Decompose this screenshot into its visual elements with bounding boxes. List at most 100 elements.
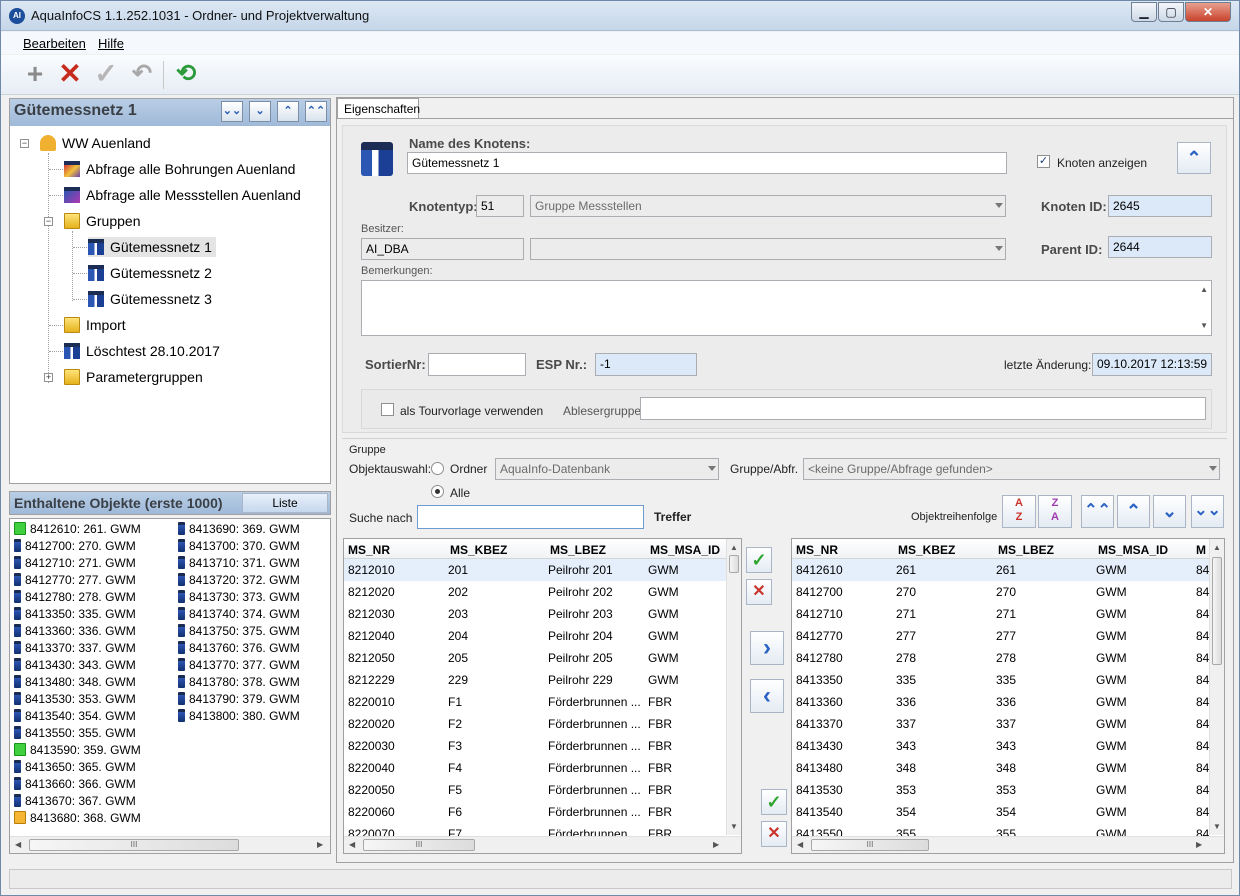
object-item[interactable]: 8412610: 261. GWM [14, 522, 141, 536]
col-ms-nr[interactable]: MS_NR [796, 543, 838, 557]
owner-combo[interactable] [530, 238, 1006, 260]
table-row[interactable]: 8212229 229 Peilrohr 229 GWM [344, 669, 741, 691]
collapse-form-button[interactable]: ⌃ [1177, 142, 1211, 174]
remarks-textarea[interactable]: ▲ ▼ [361, 280, 1212, 336]
sortnr-input[interactable] [428, 353, 526, 376]
tree-item-parametergruppen[interactable]: Parametergruppen [64, 369, 203, 385]
sort-az-button[interactable]: AZ [1002, 495, 1036, 528]
scroll-thumb[interactable] [729, 555, 739, 573]
table-row[interactable]: 8413540 354 354 GWM 84 [792, 801, 1224, 823]
object-item[interactable]: 8413700: 370. GWM [178, 539, 300, 553]
tree-item-import[interactable]: Import [64, 317, 126, 333]
nodetype-combo[interactable]: Gruppe Messstellen [530, 195, 1006, 217]
table-row[interactable]: 8220020 F2 Förderbrunnen ... FBR [344, 713, 741, 735]
object-item[interactable]: 8413540: 354. GWM [14, 709, 136, 723]
table-row[interactable]: 8413370 337 337 GWM 84 [792, 713, 1224, 735]
uncheck-all-left-button[interactable]: ✕ [746, 579, 772, 605]
menu-hilfe[interactable]: Hilfe [98, 36, 124, 51]
table-row[interactable]: 8212010 201 Peilrohr 201 GWM [344, 559, 741, 581]
check-all-left-button[interactable]: ✓ [746, 547, 772, 573]
tree-item-guetemessnetz-1[interactable]: Gütemessnetz 1 [88, 237, 216, 257]
object-item[interactable]: 8412700: 270. GWM [14, 539, 136, 553]
table-row[interactable]: 8412770 277 277 GWM 84 [792, 625, 1224, 647]
table-row[interactable]: 8413530 353 353 GWM 84 [792, 779, 1224, 801]
object-item[interactable]: 8413370: 337. GWM [14, 641, 136, 655]
check-all-right-button[interactable]: ✓ [761, 789, 787, 815]
object-item[interactable]: 8413430: 343. GWM [14, 658, 136, 672]
remove-from-group-button[interactable]: ‹ [750, 679, 784, 713]
source-grid-vscroll[interactable]: ▲ ▼ [726, 539, 741, 835]
object-item[interactable]: 8413770: 377. GWM [178, 658, 300, 672]
scroll-thumb[interactable]: III [811, 839, 929, 851]
table-row[interactable]: 8412610 261 261 GWM 84 [792, 559, 1224, 581]
table-row[interactable]: 8413350 335 335 GWM 84 [792, 669, 1224, 691]
undo-icon[interactable]: ↶ [127, 59, 157, 89]
object-item[interactable]: 8413360: 336. GWM [14, 624, 136, 638]
name-input[interactable]: Gütemessnetz 1 [407, 152, 1007, 174]
table-row[interactable]: 8220060 F6 Förderbrunnen ... FBR [344, 801, 741, 823]
col-ms-lbez[interactable]: MS_LBEZ [550, 543, 606, 557]
move-up-button-2[interactable]: ⌃ [1117, 495, 1150, 528]
object-item[interactable]: 8413720: 372. GWM [178, 573, 300, 587]
group-grid-vscroll[interactable]: ▲ ▼ [1209, 539, 1224, 835]
tree-collapse-icon[interactable]: − [20, 139, 29, 148]
move-top-button-2[interactable]: ⌃⌃ [1081, 495, 1114, 528]
col-ms-nr[interactable]: MS_NR [348, 543, 390, 557]
scroll-up-icon[interactable]: ▲ [1213, 543, 1221, 552]
table-row[interactable]: 8413360 336 336 GWM 84 [792, 691, 1224, 713]
table-row[interactable]: 8212020 202 Peilrohr 202 GWM [344, 581, 741, 603]
tree-item-loeschtest[interactable]: Löschtest 28.10.2017 [64, 343, 220, 359]
scroll-up-icon[interactable]: ▲ [1200, 285, 1208, 294]
table-row[interactable]: 8212030 203 Peilrohr 203 GWM [344, 603, 741, 625]
object-item[interactable]: 8413480: 348. GWM [14, 675, 136, 689]
object-item[interactable]: 8412710: 271. GWM [14, 556, 136, 570]
scroll-right-icon[interactable]: ▶ [317, 840, 323, 849]
table-row[interactable]: 8412780 278 278 GWM 84 [792, 647, 1224, 669]
object-item[interactable]: 8413750: 375. GWM [178, 624, 300, 638]
table-row[interactable]: 8220030 F3 Förderbrunnen ... FBR [344, 735, 741, 757]
move-bottom-button[interactable]: ⌄⌄ [221, 101, 243, 122]
col-ms-kbez[interactable]: MS_KBEZ [450, 543, 507, 557]
tree-item-guetemessnetz-2[interactable]: Gütemessnetz 2 [88, 265, 212, 281]
title-bar[interactable]: AI AquaInfoCS 1.1.252.1031 - Ordner- und… [1, 1, 1239, 31]
table-row[interactable]: 8220050 F5 Förderbrunnen ... FBR [344, 779, 741, 801]
object-item[interactable]: 8413690: 369. GWM [178, 522, 300, 536]
scroll-down-icon[interactable]: ▼ [730, 822, 738, 831]
refresh-icon[interactable]: ⟲ [171, 59, 201, 89]
table-row[interactable]: 8412710 271 271 GWM 84 [792, 603, 1224, 625]
minimize-button[interactable]: ▁ [1131, 2, 1157, 22]
object-item[interactable]: 8413550: 355. GWM [14, 726, 136, 740]
plus-icon[interactable]: + [20, 59, 50, 89]
move-down-button[interactable]: ⌄ [249, 101, 271, 122]
tree-expand-icon[interactable]: + [44, 373, 53, 382]
table-row[interactable]: 8220010 F1 Förderbrunnen ... FBR [344, 691, 741, 713]
tree-item-gruppen[interactable]: Gruppen [64, 213, 140, 229]
delete-icon[interactable]: ✕ [55, 59, 85, 89]
move-top-button[interactable]: ⌃⌃ [305, 101, 327, 122]
search-input[interactable] [417, 505, 644, 529]
object-item[interactable]: 8413800: 380. GWM [178, 709, 300, 723]
db-combo[interactable]: AquaInfo-Datenbank [495, 458, 719, 480]
check-icon[interactable]: ✓ [91, 59, 121, 89]
scroll-right-icon[interactable]: ▶ [1196, 840, 1202, 849]
object-item[interactable]: 8413350: 335. GWM [14, 607, 136, 621]
move-up-button[interactable]: ⌃ [277, 101, 299, 122]
scroll-thumb[interactable]: III [29, 839, 239, 851]
scroll-up-icon[interactable]: ▲ [730, 543, 738, 552]
object-item[interactable]: 8413760: 376. GWM [178, 641, 300, 655]
object-item[interactable]: 8412780: 278. GWM [14, 590, 136, 604]
col-ms-lbez[interactable]: MS_LBEZ [998, 543, 1054, 557]
col-m[interactable]: M [1196, 543, 1206, 557]
tour-checkbox[interactable] [381, 403, 394, 416]
maximize-button[interactable]: ▢ [1158, 2, 1184, 22]
tree-item-guetemessnetz-3[interactable]: Gütemessnetz 3 [88, 291, 212, 307]
uncheck-all-right-button[interactable]: ✕ [761, 821, 787, 847]
radio-all[interactable] [431, 485, 444, 498]
object-item[interactable]: 8412770: 277. GWM [14, 573, 136, 587]
tab-eigenschaften[interactable]: Eigenschaften [337, 98, 420, 119]
object-item[interactable]: 8413680: 368. GWM [14, 811, 141, 825]
table-row[interactable]: 8412700 270 270 GWM 84 [792, 581, 1224, 603]
scroll-down-icon[interactable]: ▼ [1213, 822, 1221, 831]
radio-folder[interactable] [431, 462, 444, 475]
scroll-down-icon[interactable]: ▼ [1200, 321, 1208, 330]
